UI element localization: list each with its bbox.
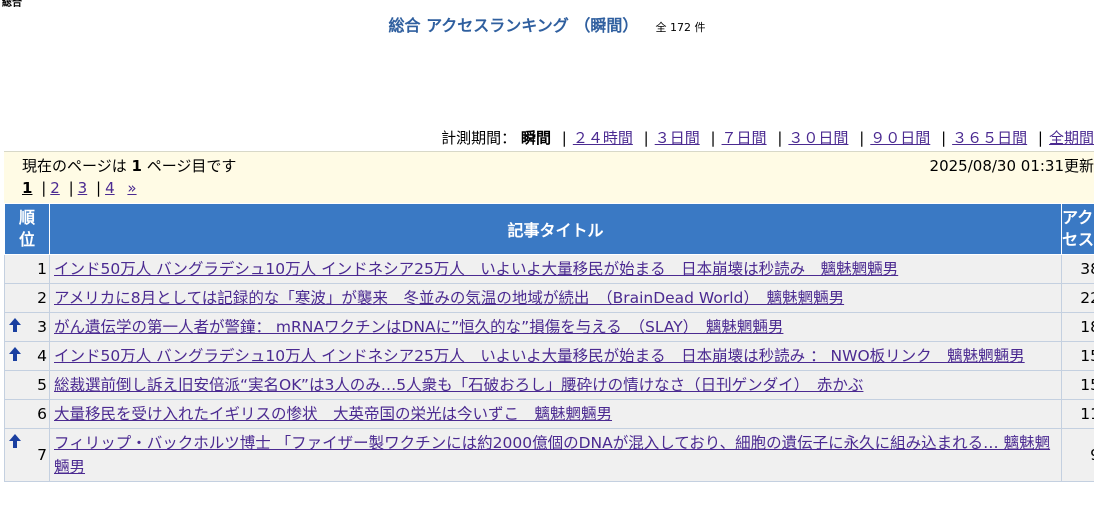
rank-number: 1 bbox=[37, 260, 47, 278]
access-count: 9 bbox=[1061, 428, 1094, 482]
ranking-table: 順位 記事タイトル アクセス 1 インド50万人 バングラデシュ10万人 インドネ… bbox=[4, 203, 1094, 482]
rank-cell: 3 bbox=[4, 312, 50, 342]
rank-cell: 2 bbox=[4, 283, 50, 313]
separator: | bbox=[941, 129, 947, 147]
period-link-all[interactable]: 全期間 bbox=[1049, 129, 1094, 147]
article-title-link[interactable]: フィリップ・バックホルツ博士 「ファイザー製ワクチンには約2000億個のDNAが… bbox=[54, 434, 1050, 476]
current-page-suffix: ページ目です bbox=[146, 157, 237, 175]
rank-cell: 4 bbox=[4, 341, 50, 371]
period-link-30d[interactable]: ３０日間 bbox=[788, 129, 848, 147]
header-access: アクセス bbox=[1061, 203, 1094, 255]
title-cell: フィリップ・バックホルツ博士 「ファイザー製ワクチンには約2000億個のDNAが… bbox=[49, 428, 1062, 482]
article-title-link[interactable]: インド50万人 バングラデシュ10万人 インドネシア25万人 いよいよ大量移民が… bbox=[54, 347, 1025, 365]
separator: | bbox=[777, 129, 783, 147]
pager-current: 1 bbox=[22, 179, 33, 197]
rank-number: 3 bbox=[37, 318, 47, 336]
article-title-link[interactable]: インド50万人 バングラデシュ10万人 インドネシア25万人 いよいよ大量移民が… bbox=[54, 260, 898, 278]
title-cell: アメリカに8月としては記録的な「寒波」が襲来 冬並みの気温の地域が続出 （Bra… bbox=[49, 283, 1062, 313]
title-cell: インド50万人 バングラデシュ10万人 インドネシア25万人 いよいよ大量移民が… bbox=[49, 341, 1062, 371]
period-label: 計測期間： bbox=[441, 129, 517, 147]
period-link-24h[interactable]: ２４時間 bbox=[573, 129, 633, 147]
table-header-row: 順位 記事タイトル アクセス bbox=[4, 203, 1094, 255]
table-row: 5 総裁選前倒し訴え旧安倍派“実名OK”は3人のみ…5人衆も「石破おろし」腰砕けの… bbox=[4, 370, 1094, 400]
access-count: 18 bbox=[1061, 312, 1094, 342]
rank-number: 6 bbox=[37, 405, 47, 423]
pager-next[interactable]: » bbox=[127, 179, 136, 197]
table-row: 3 がん遺伝学の第一人者が警鐘： mRNAワクチンはDNAに”恒久的な”損傷を与え… bbox=[4, 312, 1094, 342]
updated-timestamp: 2025/08/30 01:31更新 bbox=[929, 157, 1094, 175]
total-count: 全 172 件 bbox=[655, 21, 706, 34]
article-title-link[interactable]: 大量移民を受け入れたイギリスの惨状 大英帝国の栄光は今いずこ 魑魅魍魎男 bbox=[54, 405, 612, 423]
trend-up-arrow-icon bbox=[9, 347, 21, 361]
rank-number: 2 bbox=[37, 289, 47, 307]
period-link-90d[interactable]: ９０日間 bbox=[870, 129, 930, 147]
title-cell: 大量移民を受け入れたイギリスの惨状 大英帝国の栄光は今いずこ 魑魅魍魎男 bbox=[49, 399, 1062, 429]
pager-link-2[interactable]: 2 bbox=[50, 179, 60, 197]
rank-number: 7 bbox=[37, 446, 47, 464]
access-count: 15 bbox=[1061, 341, 1094, 371]
title-cell: 総裁選前倒し訴え旧安倍派“実名OK”は3人のみ…5人衆も「石破おろし」腰砕けの情… bbox=[49, 370, 1062, 400]
separator: | bbox=[1037, 129, 1043, 147]
trend-up-arrow-icon bbox=[9, 318, 21, 332]
current-page-number: 1 bbox=[131, 157, 142, 175]
table-row: 1 インド50万人 バングラデシュ10万人 インドネシア25万人 いよいよ大量移民… bbox=[4, 254, 1094, 284]
period-link-7d[interactable]: ７日間 bbox=[722, 129, 767, 147]
pager-link-4[interactable]: 4 bbox=[105, 179, 115, 197]
title-cell: インド50万人 バングラデシュ10万人 インドネシア25万人 いよいよ大量移民が… bbox=[49, 254, 1062, 284]
rank-number: 5 bbox=[37, 376, 47, 394]
separator: | bbox=[859, 129, 865, 147]
rank-number: 4 bbox=[37, 347, 47, 365]
period-current: 瞬間 bbox=[520, 129, 551, 147]
page-header: 総合 アクセスランキング （瞬間） 全 172 件 bbox=[0, 12, 1094, 36]
table-row: 7 フィリップ・バックホルツ博士 「ファイザー製ワクチンには約2000億個のDNA… bbox=[4, 428, 1094, 482]
table-row: 4 インド50万人 バングラデシュ10万人 インドネシア25万人 いよいよ大量移民… bbox=[4, 341, 1094, 371]
separator: | bbox=[710, 129, 716, 147]
table-row: 6 大量移民を受け入れたイギリスの惨状 大英帝国の栄光は今いずこ 魑魅魍魎男 11 bbox=[4, 399, 1094, 429]
separator: | bbox=[41, 179, 47, 197]
header-access-label: アクセス bbox=[1062, 208, 1094, 249]
article-title-link[interactable]: アメリカに8月としては記録的な「寒波」が襲来 冬並みの気温の地域が続出 （Bra… bbox=[54, 289, 844, 307]
current-page-text: 現在のページは 1 ページ目です bbox=[22, 155, 236, 176]
trend-up-arrow-icon bbox=[9, 434, 21, 448]
table-row: 2 アメリカに8月としては記録的な「寒波」が襲来 冬並みの気温の地域が続出 （Br… bbox=[4, 283, 1094, 313]
access-count: 11 bbox=[1061, 399, 1094, 429]
article-title-link[interactable]: 総裁選前倒し訴え旧安倍派“実名OK”は3人のみ…5人衆も「石破おろし」腰砕けの情… bbox=[54, 376, 863, 394]
header-rank-label: 順位 bbox=[18, 208, 35, 249]
rank-cell: 1 bbox=[4, 254, 50, 284]
pager-link-3[interactable]: 3 bbox=[78, 179, 88, 197]
current-page-prefix: 現在のページは bbox=[22, 157, 127, 175]
page-title: 総合 アクセスランキング （瞬間） bbox=[388, 16, 639, 35]
header-title: 記事タイトル bbox=[49, 203, 1062, 255]
separator: | bbox=[68, 179, 74, 197]
access-count: 22 bbox=[1061, 283, 1094, 313]
access-count: 38 bbox=[1061, 254, 1094, 284]
pagination: 1 | 2 | 3 | 4 » bbox=[22, 179, 137, 197]
separator: | bbox=[643, 129, 649, 147]
period-selector: 計測期間： 瞬間 | ２４時間 | ３日間 | ７日間 | ３０日間 | ９０日間 | ３６… bbox=[0, 127, 1094, 148]
period-link-365d[interactable]: ３６５日間 bbox=[952, 129, 1027, 147]
category-label: 総合 bbox=[2, 0, 22, 9]
title-cell: がん遺伝学の第一人者が警鐘： mRNAワクチンはDNAに”恒久的な”損傷を与える… bbox=[49, 312, 1062, 342]
separator: | bbox=[561, 129, 567, 147]
rank-cell: 7 bbox=[4, 428, 50, 482]
rank-cell: 5 bbox=[4, 370, 50, 400]
article-title-link[interactable]: がん遺伝学の第一人者が警鐘： mRNAワクチンはDNAに”恒久的な”損傷を与える… bbox=[54, 318, 783, 336]
rank-cell: 6 bbox=[4, 399, 50, 429]
page-info-box: 現在のページは 1 ページ目です 2025/08/30 01:31更新 1 | 2… bbox=[4, 151, 1094, 204]
period-link-3d[interactable]: ３日間 bbox=[655, 129, 700, 147]
table-body: 1 インド50万人 バングラデシュ10万人 インドネシア25万人 いよいよ大量移民… bbox=[4, 254, 1094, 482]
separator: | bbox=[96, 179, 102, 197]
header-rank: 順位 bbox=[4, 203, 50, 255]
access-count: 15 bbox=[1061, 370, 1094, 400]
